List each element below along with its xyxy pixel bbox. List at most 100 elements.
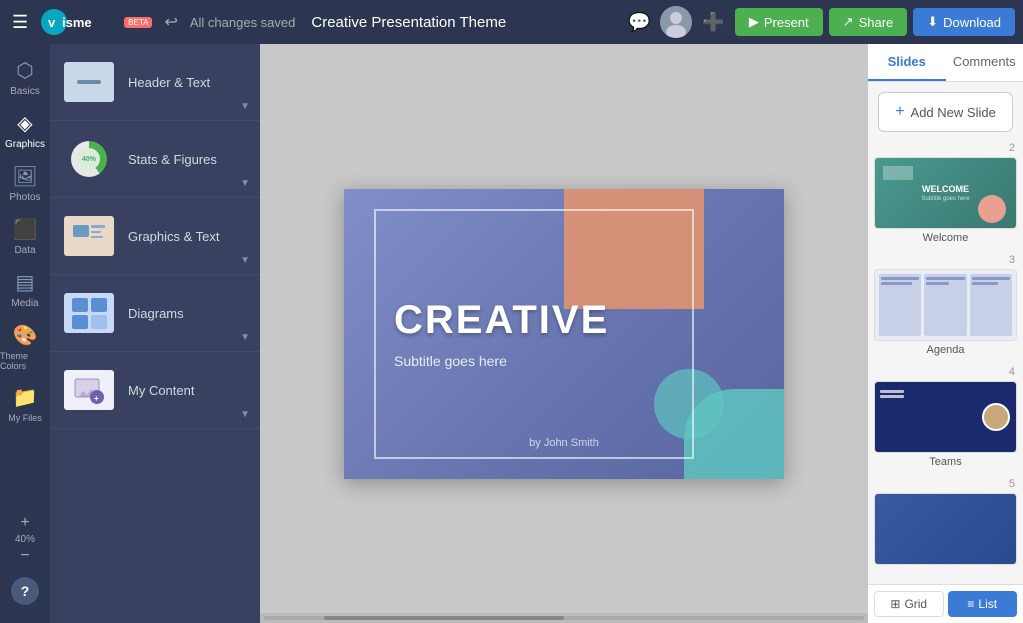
canvas-scrollbar[interactable] xyxy=(260,613,868,623)
panel-label-graphics-text: Graphics & Text xyxy=(128,229,220,244)
teams-line-1 xyxy=(880,390,904,393)
present-button[interactable]: ▶ Present xyxy=(735,8,823,36)
slide-thumb-3[interactable] xyxy=(874,269,1017,341)
expand-icon-header: ▼ xyxy=(240,101,250,112)
topbar-actions: 💬 ➕ ▶ Present ↗ Share ⬇ Download xyxy=(624,6,1015,38)
panel-label-header-text: Header & Text xyxy=(128,75,210,90)
slide-title: CREATIVE xyxy=(394,298,674,343)
right-tabs: Slides Comments xyxy=(868,44,1023,82)
diagram-row-1 xyxy=(72,298,107,312)
scrollbar-thumb xyxy=(324,616,564,620)
grid-icon: ⊞ xyxy=(890,597,900,611)
add-new-slide-button[interactable]: + Add New Slide xyxy=(878,92,1013,132)
panel-label-diagrams: Diagrams xyxy=(128,306,184,321)
slide-content: CREATIVE Subtitle goes here xyxy=(394,229,674,439)
diagram-box-3 xyxy=(72,315,88,329)
theme-colors-icon: 🎨 xyxy=(13,323,38,348)
photos-icon: 🖼 xyxy=(12,164,37,189)
share-button[interactable]: ↗ Share xyxy=(829,8,908,36)
slide-thumb-item-2: 2 WELCOME Subtitle goes here Welcome xyxy=(874,142,1017,248)
header-text-thumb xyxy=(64,62,114,102)
download-button[interactable]: ⬇ Download xyxy=(913,8,1015,36)
panel-label-stats: Stats & Figures xyxy=(128,152,217,167)
my-files-icon: 📁 xyxy=(13,385,38,410)
panel-item-my-content[interactable]: + My Content ▼ xyxy=(50,352,260,428)
slide-label-4: Teams xyxy=(874,456,1017,472)
slide-author: by John Smith xyxy=(529,437,599,449)
panel-section-stats: 40% Stats & Figures ▼ xyxy=(50,121,260,198)
document-title[interactable]: Creative Presentation Theme xyxy=(311,14,616,31)
sidebar-item-basics[interactable]: ⬡ Basics xyxy=(0,52,50,103)
my-content-svg: + xyxy=(71,375,107,405)
thumb-teams-text-lines xyxy=(880,390,904,398)
topbar: ☰ v isme BETA ↩ All changes saved Creati… xyxy=(0,0,1023,44)
slide-thumb-4[interactable] xyxy=(874,381,1017,453)
help-button[interactable]: ? xyxy=(11,577,39,605)
zoom-plus[interactable]: + xyxy=(20,514,29,532)
expand-icon-my-content: ▼ xyxy=(240,409,250,420)
thumb-agenda-bg xyxy=(875,270,1016,340)
avatar[interactable] xyxy=(660,6,692,38)
panel-item-stats[interactable]: 40% Stats & Figures ▼ xyxy=(50,121,260,197)
download-icon: ⬇ xyxy=(927,14,938,30)
tab-slides[interactable]: Slides xyxy=(868,44,946,81)
graphics-icon: ◈ xyxy=(17,111,32,136)
zoom-controls: + 40% − xyxy=(15,514,35,565)
sidebar-item-media[interactable]: ▤ Media xyxy=(0,264,50,315)
slide-label-2: Welcome xyxy=(874,232,1017,248)
slide-subtitle: Subtitle goes here xyxy=(394,353,674,369)
panel-item-graphics-text[interactable]: Graphics & Text ▼ xyxy=(50,198,260,274)
thumb-slide5-bg xyxy=(875,494,1016,564)
zoom-level: 40% xyxy=(15,534,35,545)
panel-item-header-text[interactable]: Header & Text ▼ xyxy=(50,44,260,120)
undo-icon[interactable]: ↩ xyxy=(164,12,177,32)
agenda-line-1 xyxy=(881,277,919,280)
thumb-welcome-sub: Subtitle goes here xyxy=(921,196,969,202)
panel-section-graphics-text: Graphics & Text ▼ xyxy=(50,198,260,275)
donut-inner: 40% xyxy=(78,148,100,170)
scrollbar-track xyxy=(264,616,864,620)
graphics-thumb-svg xyxy=(71,221,107,251)
chat-icon-btn[interactable]: 💬 xyxy=(624,8,654,37)
agenda-line-6 xyxy=(972,282,999,285)
slide-thumb-item-5: 5 xyxy=(874,478,1017,572)
list-icon: ≡ xyxy=(967,597,974,611)
diagrams-thumb xyxy=(64,293,114,333)
teams-line-2 xyxy=(880,395,904,398)
sidebar-item-my-files[interactable]: 📁 My Files xyxy=(0,379,50,429)
sidebar-item-theme-colors[interactable]: 🎨 Theme Colors xyxy=(0,317,50,377)
slide-num-2: 2 xyxy=(874,142,1017,154)
sidebar-item-photos[interactable]: 🖼 Photos xyxy=(0,158,50,209)
slide-thumb-5[interactable] xyxy=(874,493,1017,565)
stats-thumb: 40% xyxy=(64,139,114,179)
thumb-welcome-bg: WELCOME Subtitle goes here xyxy=(875,158,1016,228)
sidebar-item-data[interactable]: ⬛ Data xyxy=(0,211,50,262)
menu-icon[interactable]: ☰ xyxy=(8,8,32,37)
sidebar-item-graphics[interactable]: ◈ Graphics xyxy=(0,105,50,156)
canvas-area: CREATIVE Subtitle goes here by John Smit… xyxy=(260,44,868,623)
add-collaborator-btn[interactable]: ➕ xyxy=(698,8,728,37)
slide-label-3: Agenda xyxy=(874,344,1017,360)
present-icon: ▶ xyxy=(749,14,759,30)
diagram-row-2 xyxy=(72,315,107,329)
data-icon: ⬛ xyxy=(13,217,38,242)
diagram-box-4 xyxy=(91,315,107,329)
zoom-minus[interactable]: − xyxy=(20,547,29,565)
svg-text:isme: isme xyxy=(62,15,92,30)
grid-view-button[interactable]: ⊞ Grid xyxy=(874,591,944,617)
panel-item-diagrams[interactable]: Diagrams ▼ xyxy=(50,275,260,351)
donut-chart: 40% xyxy=(71,141,107,177)
agenda-col-1 xyxy=(879,274,921,336)
agenda-line-2 xyxy=(881,282,912,285)
agenda-line-3 xyxy=(926,277,964,280)
diagram-box-2 xyxy=(91,298,107,312)
slide-thumb-2[interactable]: WELCOME Subtitle goes here xyxy=(874,157,1017,229)
agenda-line-5 xyxy=(972,277,1010,280)
list-view-button[interactable]: ≡ List xyxy=(948,591,1018,617)
tab-comments[interactable]: Comments xyxy=(946,44,1023,81)
side-panel: Header & Text ▼ 40% Stats & Figures ▼ xyxy=(50,44,260,623)
slide-canvas[interactable]: CREATIVE Subtitle goes here by John Smit… xyxy=(344,189,784,479)
diagram-box-1 xyxy=(72,298,88,312)
svg-text:v: v xyxy=(48,15,56,30)
main-layout: ⬡ Basics ◈ Graphics 🖼 Photos ⬛ Data ▤ Me… xyxy=(0,44,1023,623)
